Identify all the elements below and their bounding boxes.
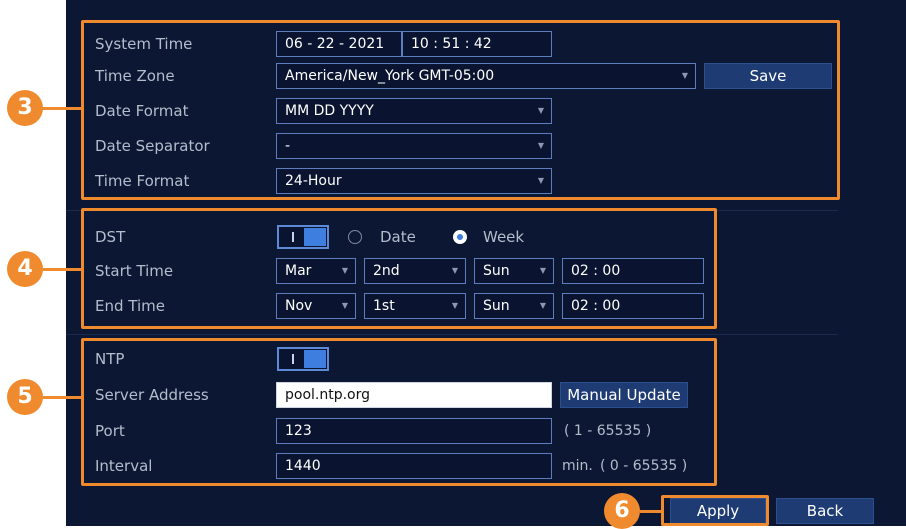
section-divider bbox=[66, 334, 838, 335]
callout-line-5 bbox=[40, 396, 82, 399]
callout-badge-6: 6 bbox=[604, 493, 640, 529]
callout-line-4 bbox=[40, 268, 82, 271]
callout-line-3 bbox=[40, 107, 82, 110]
callout-box-dst bbox=[81, 208, 717, 329]
callout-box-apply bbox=[661, 495, 769, 526]
callout-line-6 bbox=[640, 510, 662, 513]
back-button[interactable]: Back bbox=[776, 498, 874, 524]
callout-badge-4: 4 bbox=[7, 251, 43, 287]
callout-badge-5: 5 bbox=[7, 379, 43, 415]
callout-box-time bbox=[81, 20, 840, 200]
callout-badge-3: 3 bbox=[7, 90, 43, 126]
callout-box-ntp bbox=[81, 338, 717, 486]
